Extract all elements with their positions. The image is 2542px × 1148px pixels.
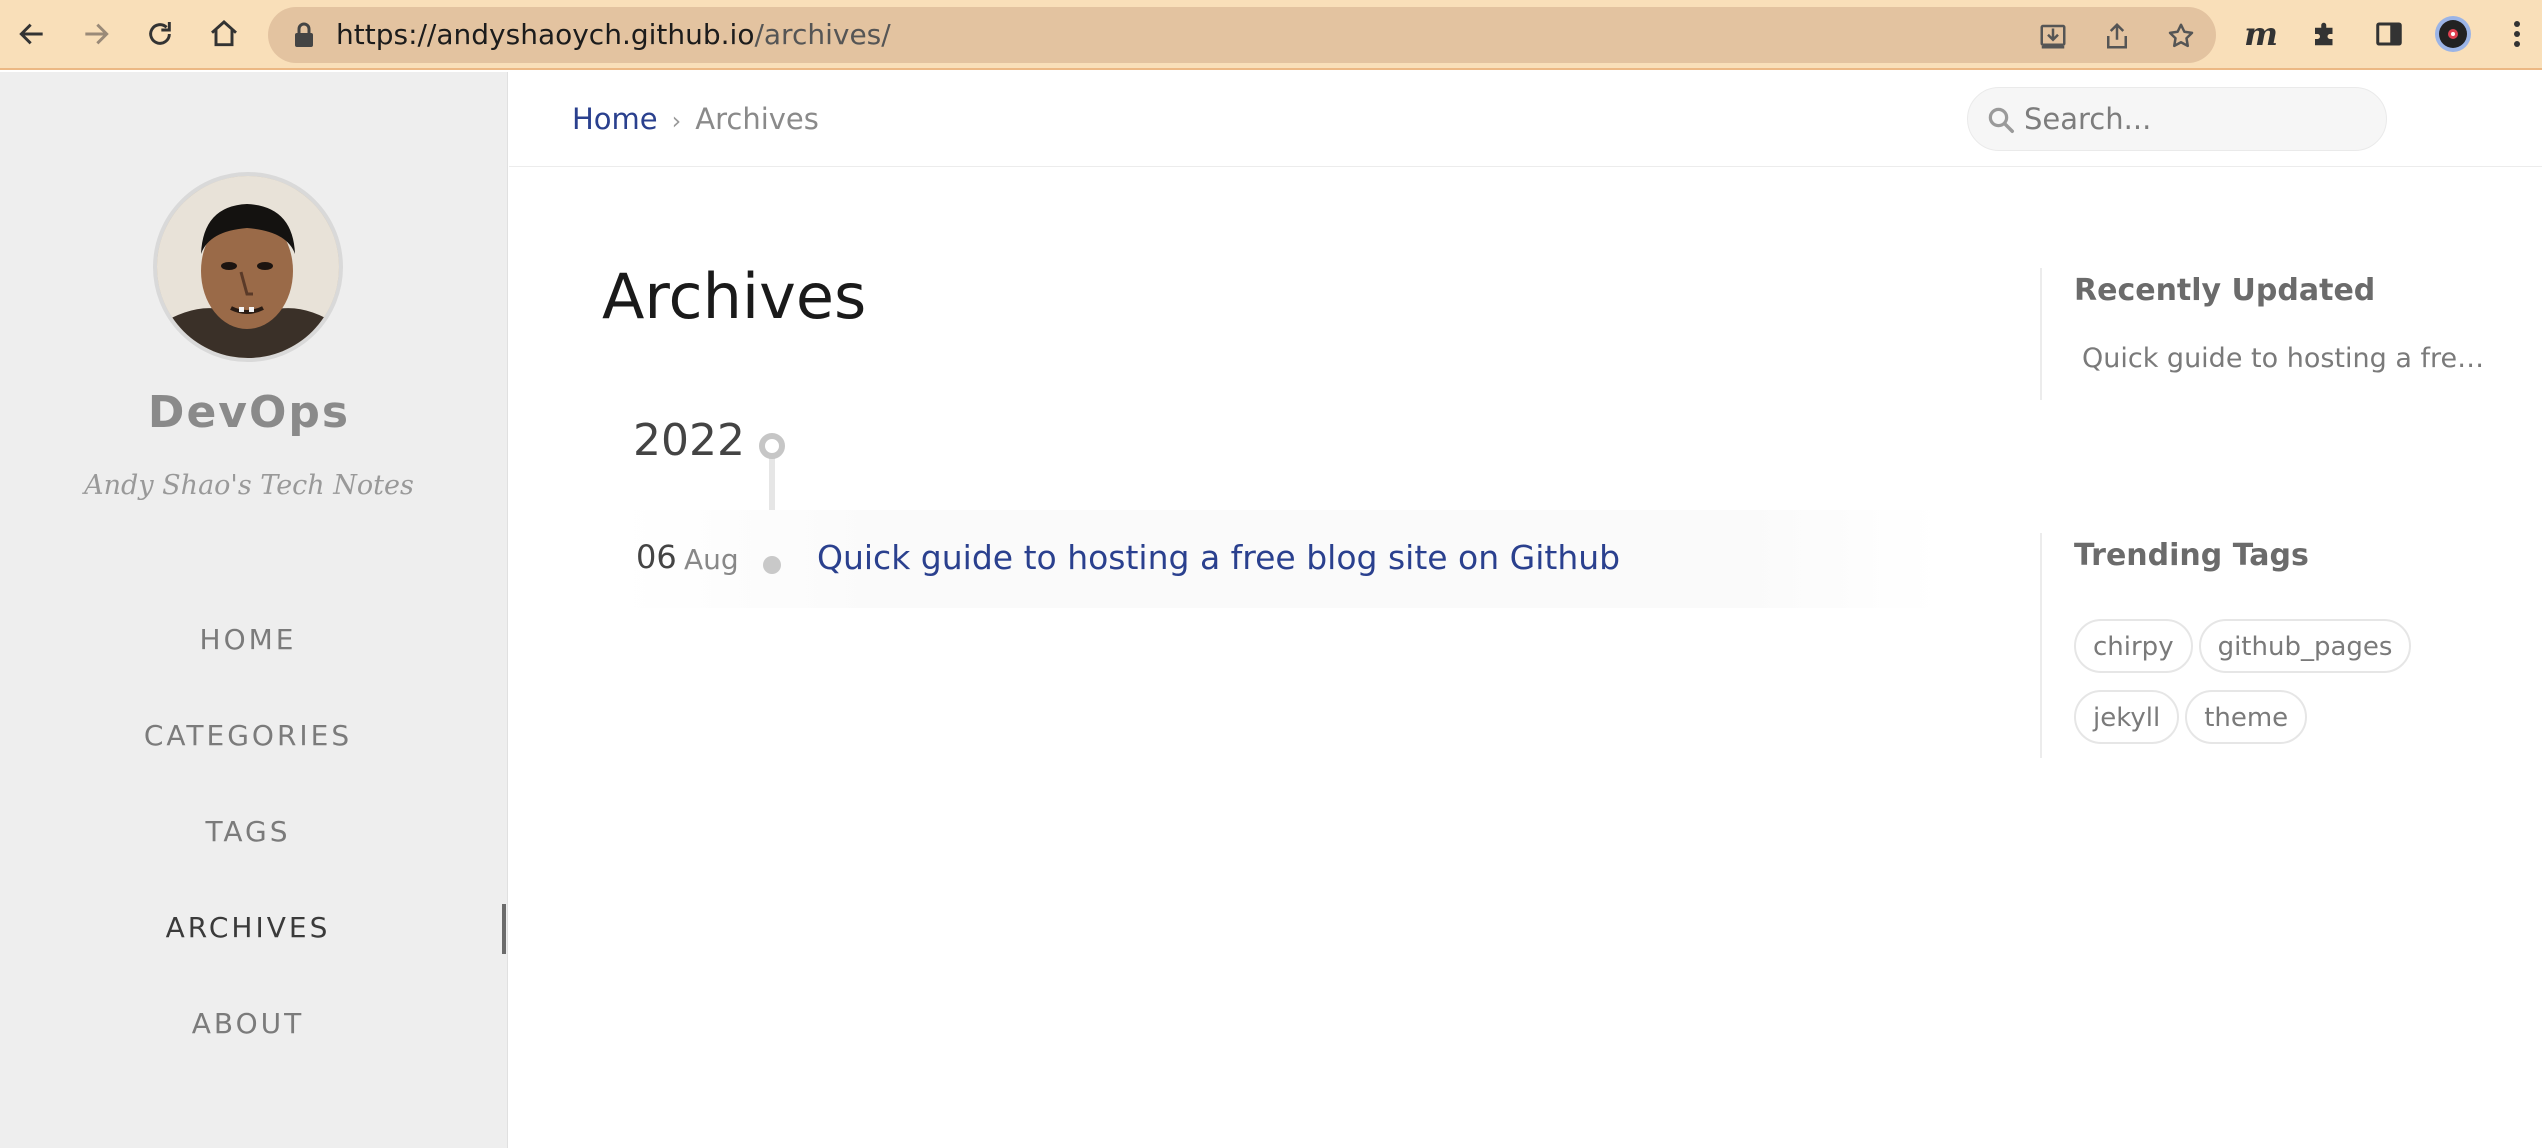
breadcrumb-separator: › — [671, 107, 682, 135]
breadcrumb-current: Archives — [695, 102, 819, 136]
tag-jekyll[interactable]: jekyll — [2074, 690, 2180, 744]
side-panel-icon[interactable] — [2369, 14, 2409, 54]
recently-updated-panel: Recently Updated Quick guide to hosting … — [2040, 268, 2520, 400]
search-input[interactable] — [2024, 96, 2364, 142]
sidebar-nav: HOME CATEGORIES TAGS ARCHIVES ABOUT — [0, 592, 508, 1072]
install-icon[interactable] — [2036, 19, 2070, 53]
share-icon[interactable] — [2100, 19, 2134, 53]
reload-icon[interactable] — [140, 14, 180, 54]
post-date-month: Aug — [684, 543, 739, 576]
search-box[interactable] — [1967, 87, 2387, 151]
recently-updated-item[interactable]: Quick guide to hosting a free blog site … — [2082, 343, 2492, 374]
home-icon[interactable] — [204, 14, 244, 54]
back-arrow-icon[interactable] — [12, 14, 52, 54]
topbar: Home › Archives — [509, 72, 2542, 167]
tag-github-pages[interactable]: github_pages — [2198, 619, 2412, 673]
timeline-post-marker — [763, 556, 781, 574]
archive-year: 2022 — [633, 415, 745, 466]
profile-icon[interactable] — [2433, 14, 2473, 54]
post-title-link[interactable]: Quick guide to hosting a free blog site … — [817, 538, 1620, 577]
nav-item-about[interactable]: ABOUT — [0, 976, 508, 1072]
site-subtitle: Andy Shao's Tech Notes — [84, 470, 414, 501]
recently-updated-heading: Recently Updated — [2074, 273, 2376, 308]
trending-tags-panel: Trending Tags chirpy github_pagesjekyll th… — [2040, 533, 2520, 758]
nav-item-archives[interactable]: ARCHIVES — [0, 880, 508, 976]
avatar[interactable] — [153, 172, 343, 362]
site-title[interactable]: DevOps — [0, 387, 498, 438]
puzzle-icon[interactable] — [2305, 14, 2345, 54]
breadcrumb: Home › Archives — [572, 72, 819, 167]
post-date-day: 06 — [636, 538, 677, 576]
trending-tags-heading: Trending Tags — [2074, 538, 2309, 573]
browser-toolbar: https://andyshaoych.github.io/archives/ … — [0, 0, 2542, 70]
page-title: Archives — [602, 260, 867, 333]
tag-chirpy[interactable]: chirpy — [2074, 619, 2193, 673]
breadcrumb-home-link[interactable]: Home — [572, 102, 658, 136]
url-text[interactable]: https://andyshaoych.github.io/archives/ — [336, 7, 891, 63]
address-bar[interactable]: https://andyshaoych.github.io/archives/ — [268, 7, 2216, 63]
url-path: /archives/ — [754, 18, 891, 51]
url-host: https://andyshaoych.github.io — [336, 18, 755, 51]
kebab-menu-icon[interactable] — [2497, 14, 2537, 54]
forward-arrow-icon[interactable] — [76, 14, 116, 54]
sidebar: DevOps Andy Shao's Tech Notes HOME CATEG… — [0, 72, 508, 1148]
nav-item-home[interactable]: HOME — [0, 592, 508, 688]
lock-icon[interactable] — [290, 21, 318, 49]
tag-theme[interactable]: theme — [2185, 690, 2308, 744]
tag-list: chirpy github_pagesjekyll theme — [2074, 619, 2514, 761]
star-icon[interactable] — [2164, 19, 2198, 53]
search-icon — [1986, 105, 2016, 135]
extension-m-icon[interactable]: m — [2241, 14, 2281, 54]
nav-item-categories[interactable]: CATEGORIES — [0, 688, 508, 784]
timeline-year-marker — [759, 433, 785, 459]
nav-item-tags[interactable]: TAGS — [0, 784, 508, 880]
